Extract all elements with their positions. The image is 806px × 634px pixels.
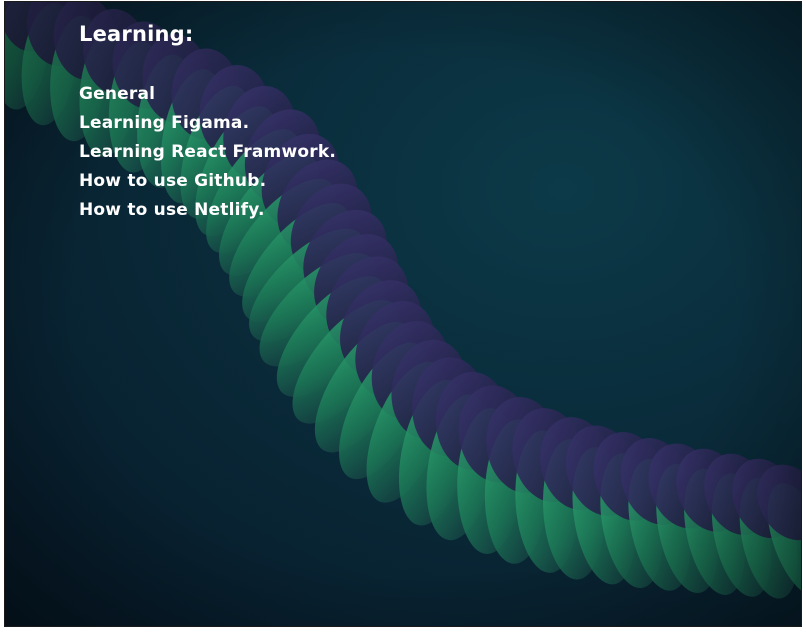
list-item: Learning React Framwork. bbox=[79, 142, 336, 162]
list-item: How to use Netlify. bbox=[79, 200, 265, 220]
learning-list: General Learning Figama. Learning React … bbox=[79, 80, 336, 225]
learning-panel: Learning: General Learning Figama. Learn… bbox=[79, 22, 336, 225]
page-title: Learning: bbox=[79, 22, 194, 46]
list-item: Learning Figama. bbox=[79, 113, 250, 133]
list-item: How to use Github. bbox=[79, 171, 267, 191]
list-item: General bbox=[79, 84, 156, 104]
window-frame: Learning: General Learning Figama. Learn… bbox=[4, 1, 802, 627]
